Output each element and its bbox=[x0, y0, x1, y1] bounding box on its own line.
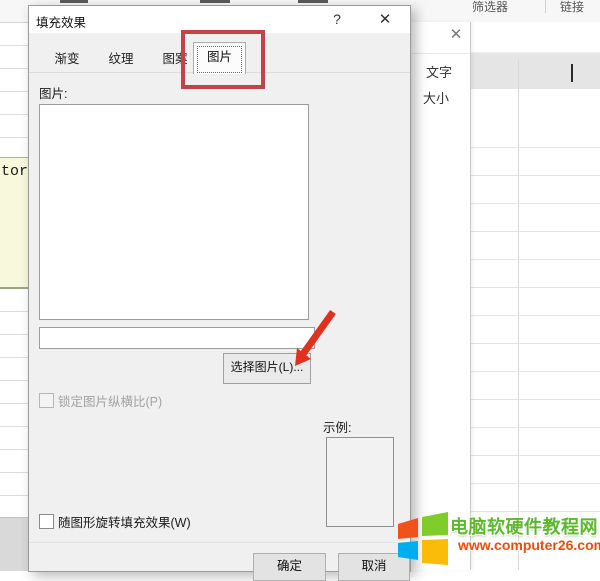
dialog-titlebar: 填充效果 ? ✕ bbox=[29, 6, 410, 33]
pane-close-icon[interactable]: ✕ bbox=[446, 25, 466, 45]
spreadsheet-area bbox=[470, 22, 600, 570]
tab-texture[interactable]: 纹理 bbox=[93, 48, 149, 72]
lock-aspect-ratio-checkbox bbox=[39, 393, 54, 408]
sample-label: 示例: bbox=[323, 417, 351, 436]
ribbon-icon-remnant bbox=[200, 0, 230, 3]
pane-item-size[interactable]: 大小 bbox=[423, 88, 449, 107]
fill-effects-dialog: 填充效果 ? ✕ 渐变 纹理 图案 图片 图片: 选择图片(L)... 锁定图片… bbox=[28, 5, 411, 572]
highlighted-cell: tor bbox=[0, 157, 28, 289]
pane-item-text[interactable]: 文字 bbox=[426, 62, 452, 81]
ribbon-icon-remnant bbox=[60, 0, 88, 3]
gridlines bbox=[0, 0, 28, 157]
watermark-site-name: 电脑软硬件教程网 bbox=[450, 513, 600, 539]
lock-aspect-ratio-label: 锁定图片纵横比(P) bbox=[58, 391, 162, 410]
close-button[interactable]: ✕ bbox=[368, 6, 402, 33]
column-header-band bbox=[470, 52, 600, 89]
ribbon-separator bbox=[545, 0, 546, 13]
rotate-with-shape-checkbox[interactable] bbox=[39, 514, 54, 529]
ribbon-group-filters: 筛选器 bbox=[472, 0, 508, 15]
help-button[interactable]: ? bbox=[320, 6, 354, 33]
tab-gradient[interactable]: 渐变 bbox=[39, 48, 95, 72]
watermark-url: www.computer26.com bbox=[458, 537, 600, 553]
footer-divider bbox=[29, 542, 410, 543]
cell-text: tor bbox=[1, 163, 28, 180]
picture-preview-box[interactable] bbox=[39, 104, 309, 320]
annotation-highlight-box bbox=[181, 30, 265, 89]
sample-preview-box bbox=[326, 437, 394, 527]
gridlines bbox=[0, 289, 28, 517]
ribbon-icon-remnant bbox=[298, 0, 328, 3]
rotate-with-shape-label: 随图形旋转填充效果(W) bbox=[58, 512, 191, 531]
spreadsheet-left-sliver: tor bbox=[0, 0, 28, 570]
statusbar-sliver bbox=[0, 517, 28, 571]
format-task-pane: ✕ 文字 大小 bbox=[408, 22, 471, 570]
windows-logo-icon bbox=[398, 512, 450, 568]
pane-separator bbox=[412, 53, 470, 54]
row-gridlines bbox=[470, 120, 600, 520]
watermark: 电脑软硬件教程网 www.computer26.com bbox=[396, 506, 600, 570]
text-cursor bbox=[571, 64, 573, 82]
ok-button[interactable]: 确定 bbox=[253, 553, 326, 581]
ribbon-group-links: 链接 bbox=[560, 0, 584, 15]
picture-label: 图片: bbox=[39, 83, 67, 102]
annotation-arrow-icon bbox=[270, 302, 350, 380]
dialog-title: 填充效果 bbox=[36, 12, 86, 31]
